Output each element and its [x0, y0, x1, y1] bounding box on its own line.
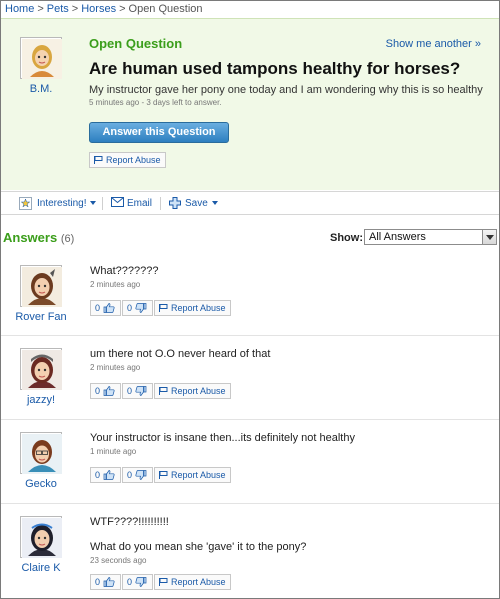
divider	[1, 503, 499, 504]
asker-name[interactable]: B.M.	[14, 83, 68, 95]
answers-filter-select[interactable]: All Answers	[364, 229, 497, 245]
answer-text: WTF????!!!!!!!!!!	[90, 516, 169, 528]
thumbs-up-count: 0	[95, 470, 101, 480]
save-label: Save	[185, 198, 208, 209]
answerer-avatar[interactable]	[20, 516, 62, 558]
report-abuse-button[interactable]: Report Abuse	[154, 383, 231, 399]
breadcrumb-current: Open Question	[128, 3, 203, 15]
star-icon	[19, 197, 32, 210]
flag-icon	[159, 387, 168, 395]
interesting-label: Interesting!	[37, 198, 87, 209]
question-status-label: Open Question	[89, 36, 183, 51]
answerer-name[interactable]: Rover Fan	[9, 311, 73, 323]
thumbs-up-count: 0	[95, 303, 101, 313]
answers-count: (6)	[60, 233, 75, 245]
thumbs-down-icon	[135, 303, 147, 313]
thumbs-up-button[interactable]: 0	[90, 467, 121, 483]
flag-icon	[159, 304, 168, 312]
thumbs-down-icon	[135, 470, 147, 480]
chevron-down-icon[interactable]	[482, 230, 496, 244]
answerer-name[interactable]: Claire K	[9, 562, 73, 574]
thumbs-up-button[interactable]: 0	[90, 574, 121, 590]
email-button[interactable]: Email	[111, 196, 152, 211]
report-abuse-button[interactable]: Report Abuse	[154, 300, 231, 316]
report-abuse-button[interactable]: Report Abuse	[154, 574, 231, 590]
report-abuse-label: Report Abuse	[171, 470, 226, 480]
chevron-down-icon	[90, 201, 97, 206]
flag-icon	[159, 578, 168, 586]
answer-question-button[interactable]: Answer this Question	[89, 122, 229, 143]
answer-text: Your instructor is insane then...its def…	[90, 432, 355, 444]
question-panel: B.M. Open Question Show me another » Are…	[1, 18, 499, 190]
divider	[102, 197, 103, 210]
question-actions-bar: Interesting! Email Save	[1, 191, 499, 215]
answerer-avatar[interactable]	[20, 432, 62, 474]
answers-filter-value: All Answers	[369, 231, 426, 243]
breadcrumb-separator: >	[37, 3, 44, 15]
breadcrumb: Home > Pets > Horses > Open Question	[5, 3, 203, 15]
thumbs-down-button[interactable]: 0	[122, 300, 153, 316]
answers-heading: Answers (6)	[3, 230, 74, 245]
thumbs-up-count: 0	[95, 386, 101, 396]
question-title: Are human used tampons healthy for horse…	[89, 59, 461, 78]
thumbs-up-icon	[103, 386, 115, 396]
report-abuse-label: Report Abuse	[171, 386, 226, 396]
breadcrumb-separator: >	[71, 3, 79, 15]
plus-icon	[169, 197, 181, 209]
answerer-name[interactable]: Gecko	[9, 478, 73, 490]
answer-text-line-2: What do you mean she 'gave' it to the po…	[90, 541, 307, 553]
chevron-down-icon	[211, 201, 218, 206]
breadcrumb-pets[interactable]: Pets	[47, 3, 69, 15]
breadcrumb-horses[interactable]: Horses	[81, 3, 116, 15]
report-abuse-label: Report Abuse	[106, 155, 161, 165]
answer-text: What???????	[90, 265, 159, 277]
report-abuse-label: Report Abuse	[171, 303, 226, 313]
thumbs-down-button[interactable]: 0	[122, 467, 153, 483]
answerer-avatar[interactable]	[20, 348, 62, 390]
flag-icon	[159, 471, 168, 479]
question-body: My instructor gave her pony one today an…	[89, 84, 483, 96]
answer-time: 23 seconds ago	[90, 556, 147, 565]
thumbs-up-button[interactable]: 0	[90, 300, 121, 316]
thumbs-down-count: 0	[127, 470, 133, 480]
interesting-button[interactable]: Interesting!	[19, 196, 97, 211]
answer-text: um there not O.O never heard of that	[90, 348, 271, 360]
thumbs-down-count: 0	[127, 386, 133, 396]
email-label: Email	[127, 198, 153, 209]
thumbs-down-icon	[135, 386, 147, 396]
divider	[1, 419, 499, 420]
thumbs-up-icon	[103, 470, 115, 480]
answer-time: 2 minutes ago	[90, 280, 141, 289]
answer-time: 2 minutes ago	[90, 363, 141, 372]
thumbs-down-count: 0	[127, 577, 133, 587]
thumbs-down-button[interactable]: 0	[122, 574, 153, 590]
thumbs-up-button[interactable]: 0	[90, 383, 121, 399]
thumbs-down-count: 0	[127, 303, 133, 313]
breadcrumb-separator: >	[119, 3, 126, 15]
save-button[interactable]: Save	[169, 196, 218, 211]
asker-avatar[interactable]	[20, 37, 62, 79]
show-filter-label: Show:	[330, 232, 363, 244]
answers-title: Answers	[3, 230, 58, 245]
divider	[160, 197, 161, 210]
report-abuse-button[interactable]: Report Abuse	[89, 152, 166, 168]
question-meta: 5 minutes ago - 3 days left to answer.	[89, 98, 222, 107]
answer-time: 1 minute ago	[90, 447, 137, 456]
envelope-icon	[111, 197, 124, 207]
thumbs-up-count: 0	[95, 577, 101, 587]
divider	[1, 335, 499, 336]
breadcrumb-home[interactable]: Home	[5, 3, 34, 15]
thumbs-down-button[interactable]: 0	[122, 383, 153, 399]
report-abuse-label: Report Abuse	[171, 577, 226, 587]
show-another-link[interactable]: Show me another »	[386, 38, 481, 50]
thumbs-up-icon	[103, 577, 115, 587]
flag-icon	[94, 156, 103, 164]
answerer-avatar[interactable]	[20, 265, 62, 307]
answerer-name[interactable]: jazzy!	[9, 394, 73, 406]
thumbs-down-icon	[135, 577, 147, 587]
report-abuse-button[interactable]: Report Abuse	[154, 467, 231, 483]
thumbs-up-icon	[103, 303, 115, 313]
